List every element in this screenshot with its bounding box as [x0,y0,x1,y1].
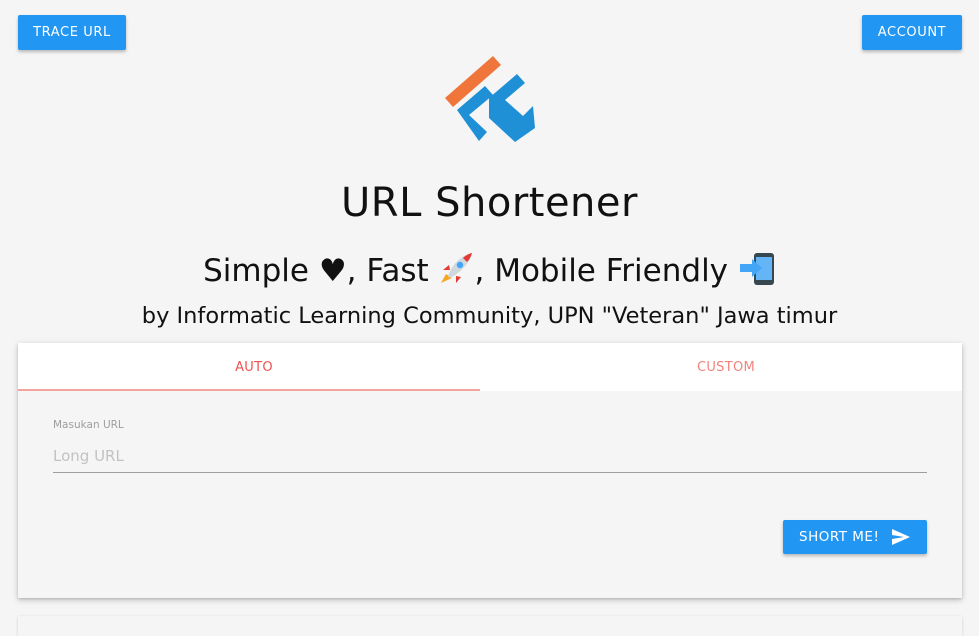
byline: by Informatic Learning Community, UPN "V… [141,303,838,329]
active-tab-indicator [18,389,480,391]
send-icon [892,529,910,545]
heart-icon: ♥ [318,253,347,289]
tab-auto[interactable]: AUTO [18,343,490,391]
shorten-card: AUTO CUSTOM Masukan URL SHORT ME! [18,343,962,598]
tagline-mobile: , Mobile Friendly [474,253,738,289]
tab-bar: AUTO CUSTOM [18,343,962,391]
trace-url-button[interactable]: TRACE URL [18,15,126,50]
rocket-icon [441,253,473,283]
url-field-label: Masukan URL [53,419,124,431]
secondary-card [18,616,962,636]
mobile-phone-icon [739,253,774,285]
account-button[interactable]: ACCOUNT [862,15,962,50]
short-me-label: SHORT ME! [799,529,880,545]
ilc-logo [445,56,535,142]
tab-custom[interactable]: CUSTOM [490,343,962,391]
tagline-fast: , Fast [346,253,439,289]
long-url-input[interactable] [53,439,927,473]
short-me-button[interactable]: SHORT ME! [783,520,927,554]
tagline: Simple ♥, Fast , Mobile Friendly [0,252,979,289]
page-title: URL Shortener [341,180,638,226]
tagline-simple: Simple [203,253,319,289]
